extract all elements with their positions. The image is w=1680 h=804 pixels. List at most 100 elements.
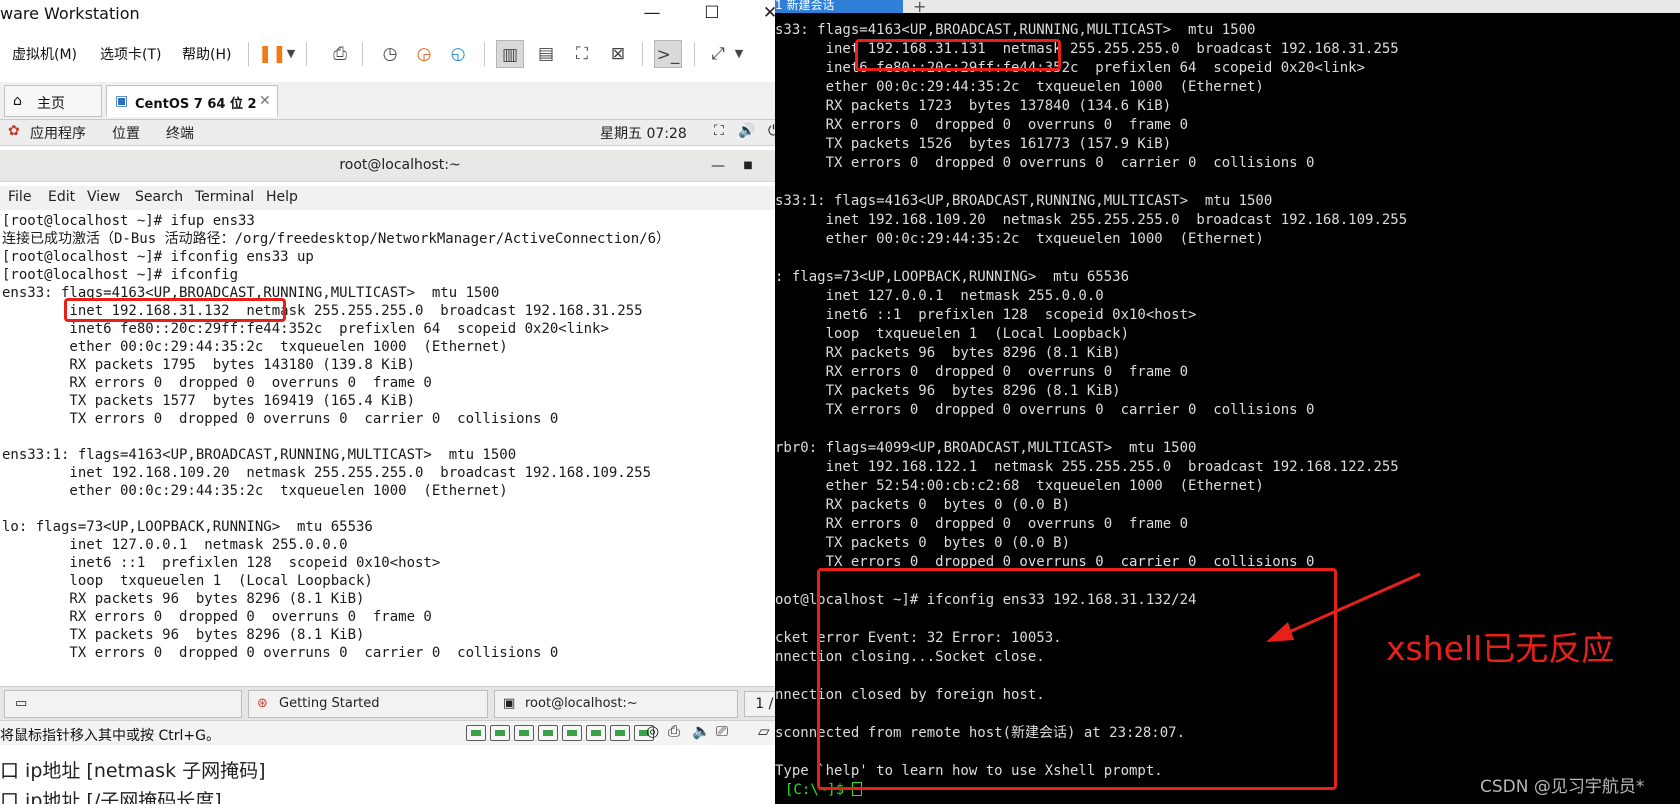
taskbar-item-getting-started[interactable]: ⊛ Getting Started	[248, 690, 488, 718]
menu-edit[interactable]: Edit	[48, 189, 75, 205]
terminal-line: inet6 fe80::20c:29ff:fe44:352c prefixlen…	[2, 321, 609, 337]
tab-centos-vm[interactable]: ▣ CentOS 7 64 位 2 ✕	[106, 85, 278, 117]
chevron-down-icon[interactable]: ▼	[284, 40, 298, 68]
applications-menu[interactable]: 应用程序	[30, 123, 86, 143]
printer-icon[interactable]: ⎙	[668, 722, 680, 740]
menu-tabs[interactable]: 选项卡(T)	[100, 44, 161, 64]
xshell-line: RX errors 0 dropped 0 overruns 0 frame 0	[775, 516, 1189, 532]
terminal-titlebar: root@localhost:~ — ■ ✕	[0, 150, 800, 182]
thumbnail-view-icon[interactable]: ▤	[532, 40, 560, 68]
toolbar-separator	[694, 42, 695, 66]
volume-icon[interactable]: 🔊	[738, 123, 755, 139]
chevron-down-icon[interactable]: ▼	[732, 40, 746, 68]
snapshot-icon[interactable]: ◷	[376, 40, 404, 68]
cdrom-icon[interactable]	[514, 725, 534, 741]
terminal-line: [root@localhost ~]# ifup ens33	[2, 213, 255, 229]
vmware-menubar: 虚拟机(M) 选项卡(T) 帮助(H) ❚❚ ▼ ⎙ ◷ ◶ ◵ ▥ ▤ ⛶ ⊠…	[0, 36, 800, 72]
vmware-titlebar: ware Workstation — ☐ ✕	[0, 0, 800, 28]
xshell-line: ether 00:0c:29:44:35:2c txqueuelen 1000 …	[775, 79, 1264, 95]
terminal-line: TX errors 0 dropped 0 overruns 0 carrier…	[2, 645, 559, 661]
toolbar-separator	[306, 42, 307, 66]
xshell-line: s33:1: flags=4163<UP,BROADCAST,RUNNING,M…	[775, 193, 1273, 209]
network-adapter-icon[interactable]	[562, 725, 582, 741]
taskbar-label: Getting Started	[279, 696, 380, 711]
menu-file[interactable]: File	[8, 189, 31, 205]
library-view-icon[interactable]: ▥	[496, 40, 524, 68]
xshell-line: RX packets 1723 bytes 137840 (134.6 KiB)	[775, 98, 1172, 114]
stretch-guest-icon[interactable]: ⤢	[704, 40, 732, 68]
tab-label: 主页	[37, 96, 65, 112]
terminal-line: TX packets 1577 bytes 169419 (165.4 KiB)	[2, 393, 416, 409]
menu-help[interactable]: Help	[266, 189, 298, 205]
xshell-line: TX errors 0 dropped 0 overruns 0 carrier…	[775, 402, 1315, 418]
terminal-line: inet 192.168.109.20 netmask 255.255.255.…	[2, 465, 652, 481]
fullscreen-icon[interactable]: ⛶	[568, 40, 596, 68]
home-icon: ⌂	[13, 93, 22, 109]
unity-icon[interactable]: ⊠	[604, 40, 632, 68]
terminal-line: loop txqueuelen 1 (Local Loopback)	[2, 573, 373, 589]
xshell-line: inet 192.168.109.20 netmask 255.255.255.…	[775, 212, 1408, 228]
clock[interactable]: 星期五 07:28	[600, 123, 687, 143]
taskbar-item-terminal[interactable]: ▣ root@localhost:~	[494, 690, 738, 718]
cdrom-icon[interactable]	[538, 725, 558, 741]
menu-help[interactable]: 帮助(H)	[182, 44, 231, 64]
xshell-line: inet 192.168.122.1 netmask 255.255.255.0…	[775, 459, 1399, 475]
gnome-taskbar: ▭ ⊛ Getting Started ▣ root@localhost:~ 1…	[0, 686, 800, 720]
xshell-line: RX packets 96 bytes 8296 (8.1 KiB)	[775, 345, 1121, 361]
vmware-tab-strip: ⌂ 主页 ▣ CentOS 7 64 位 2 ✕	[0, 82, 800, 120]
terminal-output[interactable]: [root@localhost ~]# ifup ens33 连接已成功激活（D…	[0, 210, 788, 684]
terminal-minimize-button[interactable]: —	[706, 154, 730, 178]
speaker-icon[interactable]: 🔈	[692, 722, 711, 740]
network-adapter-icon[interactable]	[586, 725, 606, 741]
pause-icon[interactable]: ❚❚	[258, 40, 287, 68]
new-tab-button[interactable]: +	[913, 0, 926, 16]
tab-label: CentOS 7 64 位 2	[135, 97, 257, 112]
menu-terminal[interactable]: Terminal	[195, 189, 254, 205]
xshell-line: RX packets 0 bytes 0 (0.0 B)	[775, 497, 1071, 513]
watermark: CSDN @见习宇航员*	[1480, 777, 1645, 797]
desktop-icon: ▭	[15, 696, 28, 711]
network-adapter-icon[interactable]	[610, 725, 630, 741]
maximize-button[interactable]: ☐	[684, 0, 740, 28]
terminal-menu[interactable]: 终端	[166, 123, 194, 143]
xshell-line: TX errors 0 dropped 0 overruns 0 carrier…	[775, 155, 1315, 171]
menu-vm[interactable]: 虚拟机(M)	[12, 44, 77, 64]
help-lifebuoy-icon: ⊛	[257, 696, 268, 711]
snapshot-manager-icon[interactable]: ◵	[444, 40, 472, 68]
gnome-top-bar: ✿ 应用程序 位置 终端 星期五 07:28 ⛶ 🔊 ⏻	[0, 120, 800, 146]
terminal-maximize-button[interactable]: ■	[736, 154, 760, 178]
article-text-line: 口 ip地址 [/子网掩码长度]	[0, 790, 222, 804]
hdd-icon[interactable]	[466, 725, 486, 741]
revert-snapshot-icon[interactable]: ◶	[410, 40, 438, 68]
menu-search[interactable]: Search	[135, 189, 183, 205]
annotation-label: xshell已无反应	[1386, 629, 1615, 668]
vm-icon: ▣	[115, 93, 129, 109]
apps-icon: ✿	[8, 123, 20, 139]
display-icon[interactable]: ⎚	[716, 722, 728, 740]
terminal-line: RX errors 0 dropped 0 overruns 0 frame 0	[2, 375, 432, 391]
sound-card-icon[interactable]: ◎	[646, 722, 659, 740]
vmware-statusbar: 将鼠标指针移入其中或按 Ctrl+G。 ◎ ⎙ 🔈 ⎚ ▱	[0, 720, 800, 745]
terminal-line: TX packets 96 bytes 8296 (8.1 KiB)	[2, 627, 365, 643]
close-tab-icon[interactable]: ✕	[259, 93, 271, 109]
highlight-box-xshell-output	[817, 568, 1337, 790]
network-icon[interactable]: ⛶	[714, 123, 724, 139]
places-menu[interactable]: 位置	[112, 123, 140, 143]
message-log-icon[interactable]: ▱	[758, 722, 770, 740]
xshell-line: TX packets 96 bytes 8296 (8.1 KiB)	[775, 383, 1121, 399]
terminal-line: ether 00:0c:29:44:35:2c txqueuelen 1000 …	[2, 483, 508, 499]
article-text-line: 口 ip地址 [netmask 子网掩码]	[0, 760, 266, 782]
tab-new-session[interactable]: 1 新建会话	[775, 0, 903, 13]
xshell-line: rbr0: flags=4099<UP,BROADCAST,MULTICAST>…	[775, 440, 1197, 456]
send-keys-icon[interactable]: ⎙	[326, 40, 354, 68]
terminal-line: [root@localhost ~]# ifconfig	[2, 267, 239, 283]
xshell-line: ether 00:0c:29:44:35:2c txqueuelen 1000 …	[775, 231, 1264, 247]
menu-view[interactable]: View	[87, 189, 120, 205]
hdd-icon[interactable]	[490, 725, 510, 741]
tab-home[interactable]: ⌂ 主页	[4, 85, 102, 117]
console-view-icon[interactable]: >_	[654, 40, 682, 68]
terminal-title: root@localhost:~	[339, 157, 461, 173]
xshell-tab-bar: 1 新建会话 +	[775, 0, 1680, 16]
show-desktop-button[interactable]: ▭	[4, 690, 242, 718]
minimize-button[interactable]: —	[624, 0, 680, 28]
